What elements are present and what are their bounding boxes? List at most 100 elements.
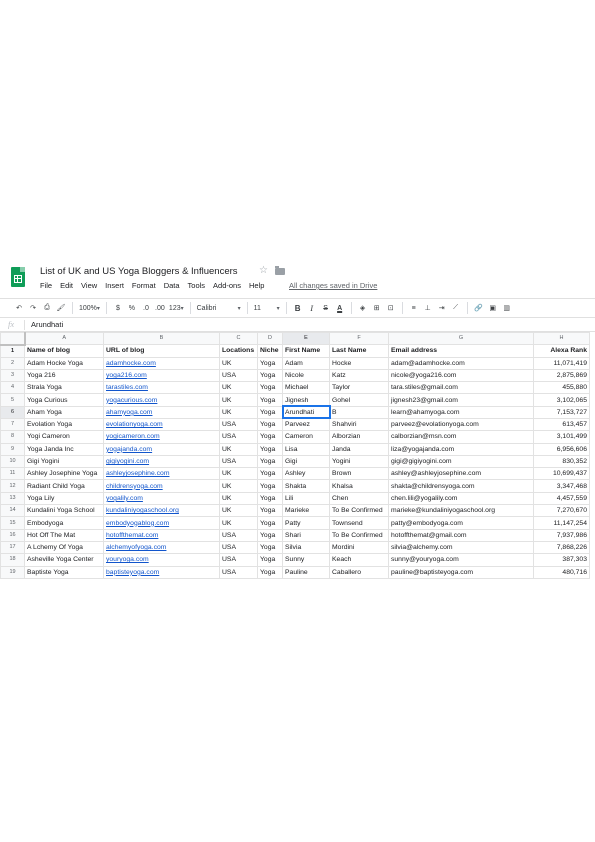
cell-blog-url[interactable]: yoga216.com [103,368,220,383]
row-number[interactable]: 8 [0,430,25,444]
cell-first-name[interactable]: Silvia [282,540,330,555]
cell-blog-name[interactable]: Yoga Curious [24,393,104,407]
cell-alexa-rank[interactable]: 2,875,869 [533,368,590,383]
cell-blog-name[interactable]: Adam Hocke Yoga [24,356,104,370]
cell-first-name[interactable]: Adam [282,356,330,370]
cell-last-name[interactable]: To Be Confirmed [329,504,389,518]
cell-blog-url[interactable]: yogajanda.com [103,442,220,456]
cell-last-name[interactable]: Brown [329,467,389,481]
cell-location[interactable]: UK [219,381,258,395]
cell-location[interactable]: USA [219,528,258,542]
cell-niche[interactable]: Yoga [257,442,283,456]
font-select[interactable]: Calibri [197,301,241,315]
cell-alexa-rank[interactable]: 455,880 [533,381,590,395]
cell-niche[interactable]: Yoga [257,516,283,530]
cell-first-name[interactable]: Patty [282,516,330,530]
row-number[interactable]: 3 [0,368,25,383]
cell-blog-url[interactable]: ahamyoga.com [103,405,220,419]
cell-location[interactable]: USA [219,540,258,555]
menu-help[interactable]: Help [249,281,264,293]
header-cell[interactable]: First Name [282,344,330,358]
row-number[interactable]: 7 [0,417,25,432]
chart-icon[interactable]: ▥ [502,301,512,315]
header-cell[interactable]: Locations [219,344,258,358]
increase-decimal-button[interactable]: .00 [155,301,165,315]
redo-icon[interactable]: ↷ [28,301,38,315]
document-title[interactable]: List of UK and US Yoga Bloggers & Influe… [40,266,238,277]
font-size-select[interactable]: 11 [254,301,280,315]
cell-blog-name[interactable]: Hot Off The Mat [24,528,104,542]
cell-blog-name[interactable]: Yoga Lily [24,491,104,506]
cell-location[interactable]: USA [219,417,258,432]
cell-last-name[interactable]: Townsend [329,516,389,530]
cell-last-name[interactable]: Janda [329,442,389,456]
row-number[interactable]: 9 [0,442,25,456]
cell-blog-url[interactable]: gigiyogini.com [103,454,220,469]
cell-blog-url[interactable]: yogacurious.com [103,393,220,407]
cell-location[interactable]: USA [219,553,258,567]
italic-button[interactable]: I [307,301,317,315]
cell-email[interactable]: pauline@baptisteyoga.com [388,565,534,579]
menu-format[interactable]: Format [132,281,156,293]
cell-grid[interactable]: A B C D E F G H 1 Name of blog URL of bl… [0,332,590,579]
cell-email[interactable]: tara.stiles@gmail.com [388,381,534,395]
currency-button[interactable]: $ [113,301,123,315]
cell-last-name[interactable]: Shahviri [329,417,389,432]
cell-blog-name[interactable]: Yoga Janda Inc [24,442,104,456]
cell-niche[interactable]: Yoga [257,393,283,407]
cell-niche[interactable]: Yoga [257,368,283,383]
cell-first-name[interactable]: Sunny [282,553,330,567]
cell-last-name[interactable]: Katz [329,368,389,383]
cell-alexa-rank[interactable]: 3,101,499 [533,430,590,444]
star-icon[interactable]: ☆ [259,265,268,276]
row-number[interactable]: 11 [0,467,25,481]
cell-last-name[interactable]: Alborzian [329,430,389,444]
cell-email[interactable]: learn@ahamyoga.com [388,405,534,419]
cell-first-name[interactable]: Michael [282,381,330,395]
cell-alexa-rank[interactable]: 830,352 [533,454,590,469]
strikethrough-button[interactable]: S [321,301,331,315]
cell-last-name[interactable]: Keach [329,553,389,567]
cell-first-name[interactable]: Arundhati [281,405,331,420]
cell-first-name[interactable]: Pauline [282,565,330,579]
cell-alexa-rank[interactable]: 10,699,437 [533,467,590,481]
text-color-button[interactable]: A [335,301,345,315]
select-all-corner[interactable] [0,332,26,346]
column-header-d[interactable]: D [257,332,283,345]
cell-alexa-rank[interactable]: 7,868,226 [533,540,590,555]
cell-blog-name[interactable]: Radiant Child Yoga [24,479,104,493]
cell-blog-name[interactable]: Embodyoga [24,516,104,530]
column-header-c[interactable]: C [219,332,258,345]
cell-location[interactable]: USA [219,430,258,444]
comment-icon[interactable]: ▣ [488,301,498,315]
cell-first-name[interactable]: Gigi [282,454,330,469]
bold-button[interactable]: B [293,301,303,315]
paint-format-icon[interactable]: 🖌 [56,301,66,315]
cell-location[interactable]: UK [219,442,258,456]
row-number[interactable]: 2 [0,356,25,370]
cell-blog-name[interactable]: Strala Yoga [24,381,104,395]
cell-location[interactable]: UK [219,467,258,481]
cell-email[interactable]: shakta@childrensyoga.com [388,479,534,493]
cell-blog-name[interactable]: Evolation Yoga [24,417,104,432]
cell-last-name[interactable]: Khalsa [329,479,389,493]
menu-view[interactable]: View [81,281,97,293]
cell-location[interactable]: UK [219,356,258,370]
cell-alexa-rank[interactable]: 613,457 [533,417,590,432]
menu-file[interactable]: File [40,281,52,293]
row-number[interactable]: 14 [0,504,25,518]
menu-data[interactable]: Data [164,281,180,293]
cell-alexa-rank[interactable]: 4,457,559 [533,491,590,506]
column-header-b[interactable]: B [103,332,220,345]
cell-blog-url[interactable]: childrensyoga.com [103,479,220,493]
row-number[interactable]: 17 [0,540,25,555]
header-cell[interactable]: URL of blog [103,344,220,358]
undo-icon[interactable]: ↶ [14,301,24,315]
cell-email[interactable]: calborzian@msn.com [388,430,534,444]
cell-alexa-rank[interactable]: 11,147,254 [533,516,590,530]
cell-first-name[interactable]: Nicole [282,368,330,383]
row-number[interactable]: 18 [0,553,25,567]
cell-first-name[interactable]: Lili [282,491,330,506]
header-cell[interactable]: Last Name [329,344,389,358]
row-number[interactable]: 15 [0,516,25,530]
